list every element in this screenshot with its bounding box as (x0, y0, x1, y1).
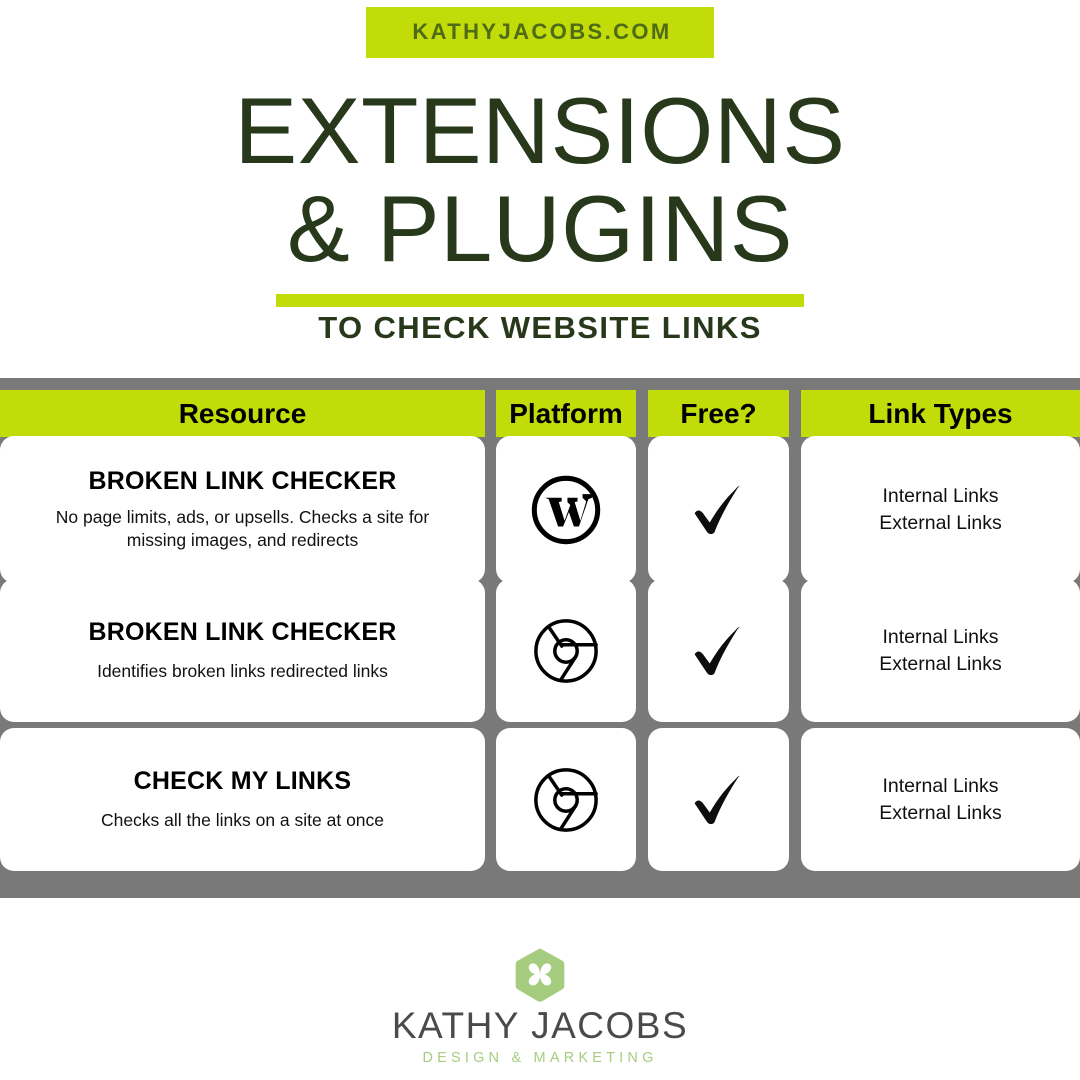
comparison-table: Resource Platform Free? Link Types BROKE… (0, 378, 1080, 898)
chrome-icon (531, 616, 601, 686)
resource-description: No page limits, ads, or upsells. Checks … (55, 506, 430, 550)
table-row: BROKEN LINK CHECKER No page limits, ads,… (0, 430, 1080, 583)
resource-name: BROKEN LINK CHECKER (88, 467, 397, 496)
brand-footer: KATHY JACOBS DESIGN & MARKETING (0, 946, 1080, 1066)
title-underline-rule (276, 294, 804, 308)
title-block: EXTENSIONS & PLUGINS (0, 78, 1080, 308)
resource-description: Checks all the links on a site at once (100, 810, 385, 831)
flower-hexagon-icon (0, 946, 1080, 1004)
resource-description: Identifies broken links redirected links (97, 661, 388, 682)
logo-tagline: DESIGN & MARKETING (422, 1050, 658, 1066)
platform-cell (496, 728, 636, 871)
resource-cell: BROKEN LINK CHECKER Identifies broken li… (0, 579, 485, 722)
table-row: BROKEN LINK CHECKER Identifies broken li… (0, 579, 1080, 728)
page-subtitle: TO CHECK WEBSITE LINKS (318, 310, 762, 345)
free-cell (648, 728, 789, 871)
link-type-external: External Links (879, 801, 1002, 824)
column-header-free: Free? (648, 390, 789, 437)
link-type-internal: Internal Links (882, 626, 999, 649)
page-title-line-1: EXTENSIONS (234, 78, 846, 183)
site-badge-container: KATHYJACOBS.COM (0, 7, 1080, 58)
column-header-resource: Resource (0, 390, 485, 437)
checkmark-icon (686, 618, 752, 684)
link-type-internal: Internal Links (882, 775, 999, 798)
link-types-cell: Internal Links External Links (801, 436, 1080, 583)
link-type-external: External Links (879, 511, 1002, 534)
checkmark-icon (686, 477, 752, 543)
column-header-platform: Platform (496, 390, 636, 437)
infographic-page: KATHYJACOBS.COM EXTENSIONS & PLUGINS TO … (0, 0, 1080, 1080)
link-type-internal: Internal Links (882, 485, 999, 508)
resource-cell: CHECK MY LINKS Checks all the links on a… (0, 728, 485, 871)
link-types-cell: Internal Links External Links (801, 579, 1080, 722)
page-title-line-2: & PLUGINS (287, 176, 793, 282)
resource-name: CHECK MY LINKS (133, 766, 352, 795)
logo-brand-name: KATHY JACOBS (391, 1005, 689, 1046)
link-types-cell: Internal Links External Links (801, 728, 1080, 871)
link-type-external: External Links (879, 652, 1002, 675)
column-header-link-types: Link Types (801, 390, 1080, 437)
site-url-badge: KATHYJACOBS.COM (366, 7, 714, 58)
platform-cell (496, 579, 636, 722)
wordpress-icon (530, 474, 602, 546)
checkmark-icon (686, 767, 752, 833)
table-row: CHECK MY LINKS Checks all the links on a… (0, 728, 1080, 877)
free-cell (648, 579, 789, 722)
chrome-icon (531, 765, 601, 835)
free-cell (648, 436, 789, 583)
platform-cell (496, 436, 636, 583)
resource-cell: BROKEN LINK CHECKER No page limits, ads,… (0, 436, 485, 583)
table-header-row: Resource Platform Free? Link Types (0, 378, 1080, 437)
resource-name: BROKEN LINK CHECKER (88, 617, 397, 646)
